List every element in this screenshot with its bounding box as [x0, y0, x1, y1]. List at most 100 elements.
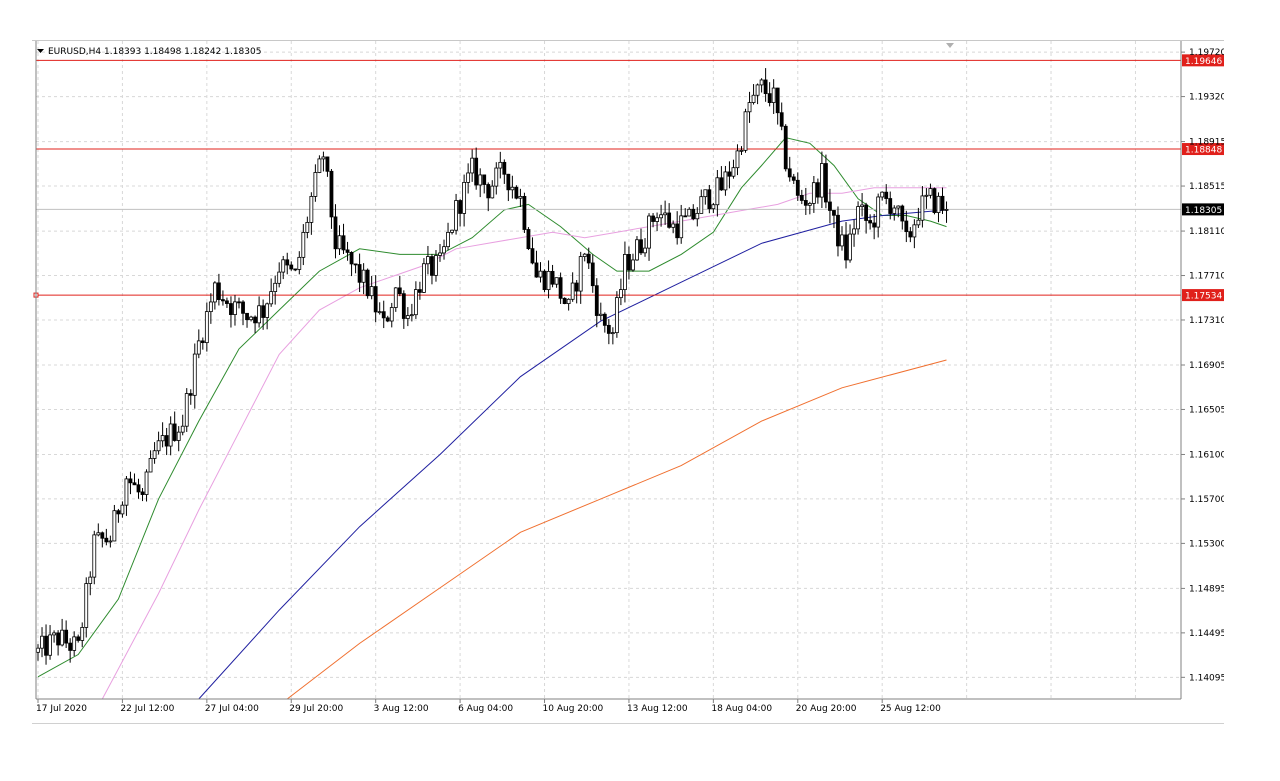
candle-body [200, 340, 205, 344]
candle-body [594, 285, 599, 316]
candle-body [401, 293, 406, 319]
shift-marker-icon[interactable] [946, 43, 954, 48]
y-tick-label: 1.16100 [1189, 450, 1224, 460]
candle-body [647, 215, 651, 249]
candle-body [40, 635, 44, 649]
candle-body [208, 301, 213, 313]
y-tick-label: 1.16905 [1189, 361, 1224, 371]
candle-body [904, 220, 909, 233]
candle-body [944, 208, 949, 211]
candle-body [180, 425, 185, 433]
candle-body [470, 157, 475, 174]
y-tick-label: 1.19720 [1189, 48, 1224, 58]
candle-body [72, 636, 77, 651]
candle-body [490, 185, 495, 199]
candle-body [723, 171, 728, 191]
candle-body [610, 332, 615, 335]
candle-body [538, 270, 543, 278]
x-tick-label: 3 Aug 12:00 [374, 704, 429, 714]
candle-body [562, 297, 567, 304]
candle-body [671, 223, 676, 228]
candle-body [566, 298, 571, 304]
candle-body [349, 252, 354, 265]
candle-body [727, 171, 732, 177]
candle-body [924, 194, 929, 197]
candle-body [96, 532, 101, 536]
x-tick-label: 25 Aug 12:00 [880, 704, 941, 714]
candle-body [212, 282, 217, 303]
chart-header: EURUSD,H4 1.18393 1.18498 1.18242 1.1830… [37, 47, 261, 57]
candle-body [719, 177, 724, 191]
candle-body [514, 186, 519, 199]
candle-body [896, 205, 901, 209]
candle-body [659, 214, 663, 219]
x-tick-label: 27 Jul 04:00 [205, 704, 259, 714]
candle-body [880, 191, 885, 198]
candle-body [767, 93, 772, 104]
candle-body [691, 208, 696, 220]
current-price-label: 1.18305 [1185, 206, 1222, 216]
candle-body [570, 282, 575, 300]
candle-body [675, 223, 680, 239]
candle-body [908, 231, 913, 238]
candle-body [787, 168, 792, 178]
candle-body [614, 297, 619, 334]
candle-body [510, 186, 515, 191]
candle-body [92, 534, 97, 578]
candle-body [60, 629, 65, 646]
candle-body [916, 219, 921, 226]
candle-body [578, 256, 583, 292]
candle-body [635, 239, 639, 261]
candle-body [450, 229, 454, 233]
candle-body [807, 202, 812, 206]
candle-body [377, 311, 382, 314]
candle-body [643, 247, 647, 254]
candle-body [574, 282, 579, 292]
candle-body [631, 259, 635, 271]
candle-body [940, 195, 945, 211]
candle-body [811, 182, 816, 204]
candle-body [462, 181, 467, 214]
candle-body [739, 149, 744, 152]
chart-symbol: EURUSD,H4 [48, 47, 101, 57]
moving-average-line [286, 359, 947, 700]
candle-body [216, 282, 221, 300]
price-chart[interactable]: 1.196461.188481.175341.18305 1.197201.19… [32, 41, 1224, 723]
candle-body [454, 200, 458, 231]
candle-body [168, 423, 173, 447]
candle-body [687, 208, 692, 217]
candle-body [48, 634, 52, 656]
candle-body [357, 264, 362, 283]
y-tick-label: 1.15300 [1189, 539, 1224, 549]
candle-body [703, 189, 708, 198]
x-tick-label: 18 Aug 04:00 [711, 704, 772, 714]
candle-body [900, 205, 905, 222]
candle-body [52, 632, 56, 636]
candle-body [743, 111, 748, 151]
x-tick-label: 22 Jul 12:00 [120, 704, 174, 714]
candle-body [550, 270, 555, 285]
candle-body [417, 289, 422, 293]
candle-body [731, 167, 736, 177]
candle-body [116, 510, 121, 515]
candle-body [860, 204, 864, 207]
candle-body [791, 176, 796, 181]
x-tick-label: 13 Aug 12:00 [627, 704, 688, 714]
candle-body [128, 478, 133, 484]
candle-body [152, 450, 157, 459]
candle-body [389, 307, 394, 322]
candle-body [699, 196, 704, 214]
candle-body [707, 189, 712, 210]
candle-body [683, 215, 688, 218]
candle-body [498, 161, 503, 169]
candle-body [759, 79, 764, 86]
candle-body [888, 198, 893, 214]
y-tick-label: 1.19320 [1189, 93, 1224, 103]
candle-body [313, 172, 318, 197]
candle-body [932, 188, 937, 213]
candle-body [820, 163, 824, 198]
candle-body [132, 482, 137, 486]
candle-body [156, 440, 161, 452]
candle-body [192, 353, 197, 396]
candle-body [84, 583, 89, 628]
